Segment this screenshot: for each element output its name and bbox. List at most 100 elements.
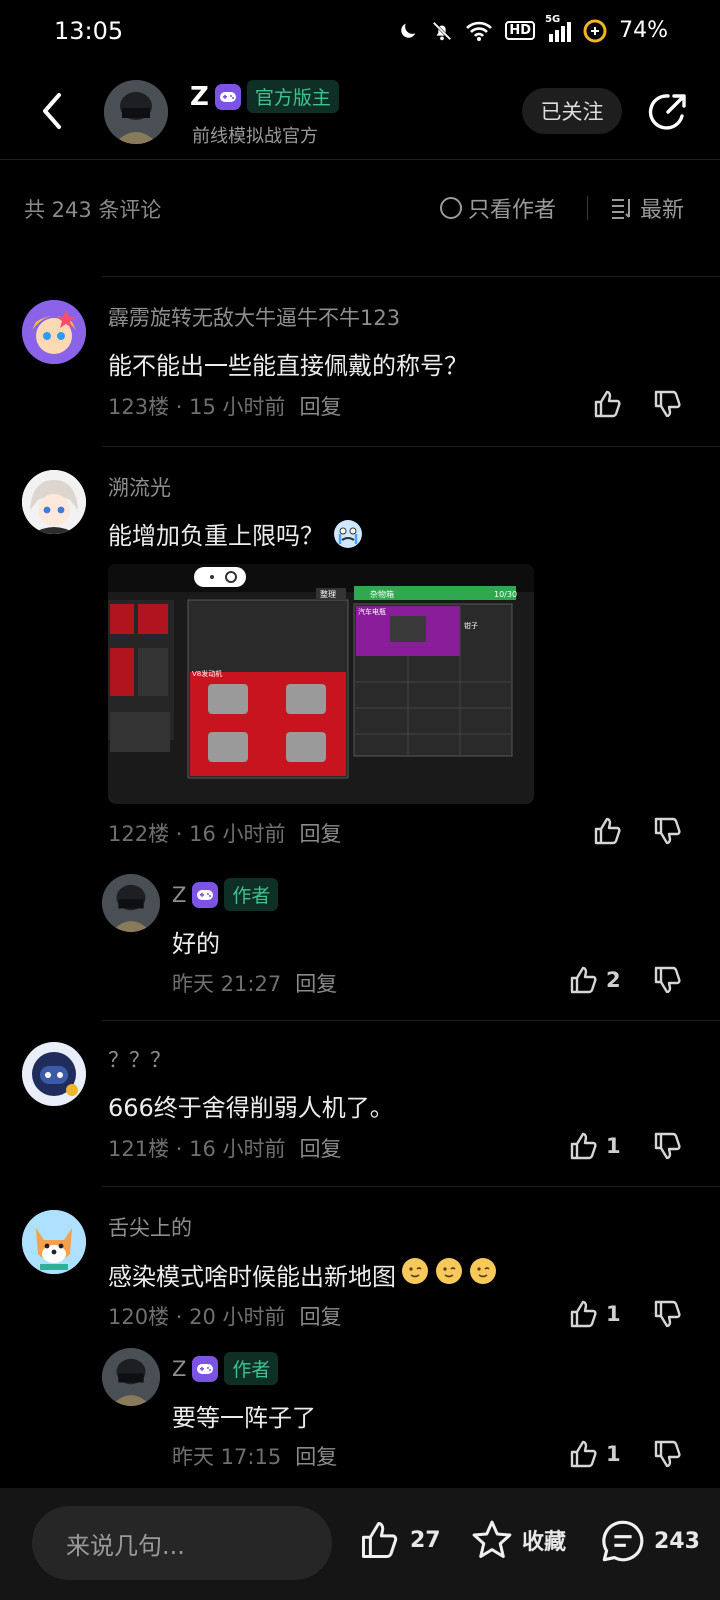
avatar[interactable] <box>22 1210 86 1274</box>
comment-input[interactable]: 来说几句... <box>32 1506 332 1580</box>
dislike-button[interactable] <box>652 964 684 1000</box>
thumbs-up-icon <box>361 1521 398 1559</box>
comment-text-row: 感染模式啥时候能出新地图 <box>108 1256 498 1292</box>
reply-time: 昨天 21:27 <box>172 972 282 996</box>
like-button[interactable]: 2 <box>568 964 621 996</box>
reply-author-name[interactable]: Z <box>172 883 186 907</box>
reply-button[interactable]: 回复 <box>295 972 337 996</box>
like-post-button[interactable]: 27 <box>358 1518 441 1562</box>
game-inventory-screenshot: 杂物箱 10/30 整理 汽车电瓶 钳子 V8发动机 <box>108 564 534 804</box>
reply-author-row: Z 作者 <box>172 878 279 911</box>
author-badge: 作者 <box>224 1352 279 1385</box>
avatar[interactable] <box>22 470 86 534</box>
comment-username[interactable]: 霹雳旋转无敌大牛逼牛不牛123 <box>108 302 400 332</box>
smile-emoji-icon <box>434 1256 464 1292</box>
gamepad-icon <box>214 83 241 110</box>
like-button[interactable] <box>592 815 630 847</box>
gamepad-icon <box>192 881 219 908</box>
battery-level: 74% <box>619 18 668 43</box>
back-button[interactable] <box>30 86 74 136</box>
panel-title: 杂物箱 <box>370 589 394 599</box>
status-icons: HD 5G 74% <box>397 14 668 43</box>
network-type: 5G <box>545 13 561 25</box>
share-icon <box>648 94 686 130</box>
only-author-toggle[interactable]: 只看作者 <box>440 192 556 224</box>
like-count: 1 <box>606 1442 621 1466</box>
sort-icon <box>612 199 630 219</box>
like-button[interactable] <box>592 388 630 420</box>
reply-button[interactable]: 回复 <box>295 1445 337 1469</box>
dislike-button[interactable] <box>652 1130 684 1166</box>
share-button[interactable] <box>646 90 690 134</box>
favorite-button[interactable]: 收藏 <box>470 1518 566 1562</box>
post-comment-count: 243 <box>654 1528 700 1554</box>
gamepad-icon <box>192 1355 219 1382</box>
battery-saver-icon <box>583 19 607 43</box>
comment-floor-time: 123楼 · 15 小时前 <box>108 395 286 419</box>
dislike-button[interactable] <box>652 1438 684 1474</box>
reply-text: 要等一阵子了 <box>172 1404 316 1432</box>
comment-username[interactable]: ？？？ <box>108 1044 171 1074</box>
smile-emoji-icon <box>400 1256 430 1292</box>
reply-button[interactable]: 回复 <box>300 395 342 419</box>
back-arrow-icon <box>43 93 61 129</box>
comment-floor-time: 122楼 · 16 小时前 <box>108 822 286 846</box>
star-icon <box>472 1520 512 1559</box>
author-name-row: Z 官方版主 <box>190 80 339 113</box>
avatar[interactable] <box>22 1042 86 1106</box>
reply-button[interactable]: 回复 <box>300 1305 342 1329</box>
comment-text: 666终于舍得削弱人机了。 <box>108 1094 394 1122</box>
avatar[interactable] <box>102 1348 160 1406</box>
thumbs-up-icon <box>594 817 621 845</box>
dislike-button[interactable] <box>652 388 684 424</box>
comment-image[interactable]: 杂物箱 10/30 整理 汽车电瓶 钳子 V8发动机 <box>108 564 534 804</box>
divider <box>102 446 720 447</box>
like-count: 1 <box>606 1302 621 1326</box>
like-button[interactable]: 1 <box>568 1130 621 1162</box>
dislike-button[interactable] <box>652 815 684 851</box>
like-button[interactable]: 1 <box>568 1438 621 1470</box>
thumbs-down-icon <box>654 817 681 845</box>
top-app-bar: Z 官方版主 前线模拟战官方 已关注 <box>0 66 720 160</box>
divider <box>102 1020 720 1021</box>
favorite-label: 收藏 <box>522 1530 567 1555</box>
reply-meta: 昨天 21:27 回复 <box>172 968 337 998</box>
comment-username[interactable]: 舌尖上的 <box>108 1212 192 1242</box>
follow-button[interactable]: 已关注 <box>522 88 622 134</box>
like-count: 2 <box>606 968 621 992</box>
comments-button[interactable]: 243 <box>600 1518 700 1564</box>
item-label: 钳子 <box>464 621 478 630</box>
comment-meta: 123楼 · 15 小时前 回复 <box>108 391 342 421</box>
reply-text: 好的 <box>172 930 220 958</box>
comment-meta: 121楼 · 16 小时前 回复 <box>108 1133 342 1163</box>
thumbs-up-icon <box>570 1132 597 1160</box>
comment-username[interactable]: 溯流光 <box>108 472 171 502</box>
comment-filter-bar: 共 243 条评论 只看作者 最新 <box>0 178 720 238</box>
reply-button[interactable]: 回复 <box>300 822 342 846</box>
thumbs-down-icon <box>654 1300 681 1328</box>
like-button[interactable]: 1 <box>568 1298 621 1330</box>
like-count: 1 <box>606 1134 621 1158</box>
author-subtitle: 前线模拟战官方 <box>192 126 318 147</box>
author-name[interactable]: Z <box>190 82 209 112</box>
avatar[interactable] <box>104 80 168 144</box>
reply-author-name[interactable]: Z <box>172 1357 186 1381</box>
reply-time: 昨天 17:15 <box>172 1445 282 1469</box>
reply-button[interactable]: 回复 <box>300 1137 342 1161</box>
comment-text: 感染模式啥时候能出新地图 <box>108 1262 396 1291</box>
divider <box>587 196 588 220</box>
avatar[interactable] <box>22 300 86 364</box>
radio-icon <box>440 197 462 219</box>
reply-meta: 昨天 17:15 回复 <box>172 1441 337 1471</box>
comment-meta: 120楼 · 20 小时前 回复 <box>108 1301 342 1331</box>
dislike-button[interactable] <box>652 1298 684 1334</box>
wifi-icon <box>465 20 493 42</box>
thumbs-down-icon <box>654 966 681 994</box>
status-time: 13:05 <box>54 17 124 45</box>
sort-button[interactable]: 最新 <box>610 192 684 224</box>
thumbs-down-icon <box>654 1440 681 1468</box>
author-badge: 作者 <box>224 878 279 911</box>
avatar[interactable] <box>102 874 160 932</box>
comment-floor-time: 120楼 · 20 小时前 <box>108 1305 286 1329</box>
sort-label: 最新 <box>640 198 685 223</box>
